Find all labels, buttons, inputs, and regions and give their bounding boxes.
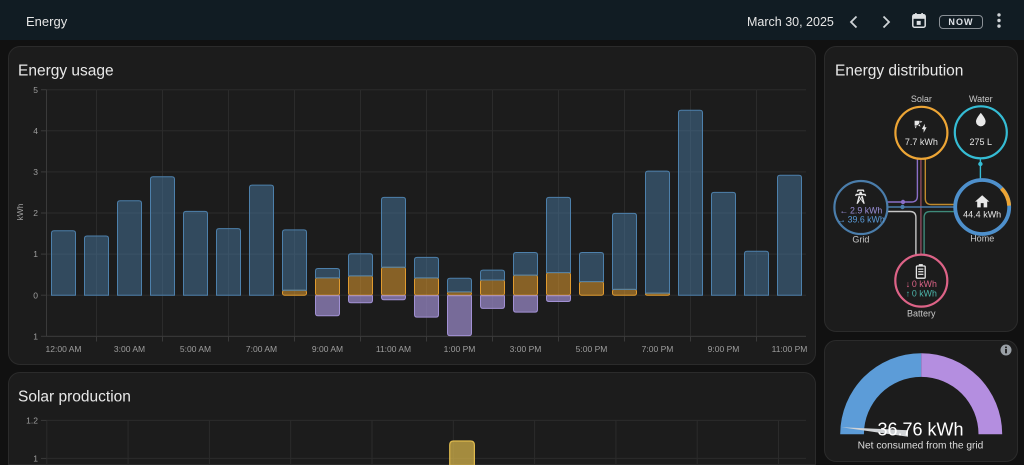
svg-text:Net consumed from the grid: Net consumed from the grid [858,440,984,451]
svg-text:→ 39.6 kWh: → 39.6 kWh [837,214,885,224]
svg-text:kWh: kWh [15,203,25,220]
svg-text:3: 3 [33,167,38,177]
svg-text:7.7 kWh: 7.7 kWh [905,137,938,147]
svg-text:Solar: Solar [911,94,932,104]
svg-text:7:00 AM: 7:00 AM [246,344,277,354]
svg-text:1: 1 [33,249,38,259]
svg-text:1: 1 [33,454,38,464]
svg-text:4: 4 [33,126,38,136]
svg-text:36.76 kWh: 36.76 kWh [877,420,963,440]
svg-text:Water: Water [969,94,993,104]
svg-text:Solar production: Solar production [18,388,131,405]
svg-text:44.4 kWh: 44.4 kWh [963,210,1001,220]
svg-text:3:00 PM: 3:00 PM [510,344,542,354]
svg-text:Energy usage: Energy usage [18,63,114,80]
svg-text:0: 0 [33,290,38,300]
svg-text:1:00 PM: 1:00 PM [444,344,476,354]
svg-text:3:00 AM: 3:00 AM [114,344,145,354]
svg-text:Energy distribution: Energy distribution [835,63,963,80]
svg-text:12:00 AM: 12:00 AM [46,344,82,354]
svg-text:↑ 0 kWh: ↑ 0 kWh [906,289,937,299]
svg-text:5:00 AM: 5:00 AM [180,344,211,354]
svg-text:5:00 PM: 5:00 PM [576,344,608,354]
svg-text:Battery: Battery [907,308,936,318]
svg-text:7:00 PM: 7:00 PM [642,344,674,354]
svg-text:11:00 PM: 11:00 PM [772,344,808,354]
svg-text:9:00 PM: 9:00 PM [708,344,740,354]
svg-text:9:00 AM: 9:00 AM [312,344,343,354]
svg-text:↓ 0 kWh: ↓ 0 kWh [906,279,937,289]
svg-text:1.2: 1.2 [26,416,38,426]
svg-text:1: 1 [33,331,38,341]
svg-text:Grid: Grid [852,235,869,245]
svg-text:275 L: 275 L [970,137,993,147]
svg-text:5: 5 [33,85,38,95]
svg-text:11:00 AM: 11:00 AM [376,344,411,354]
svg-text:2: 2 [33,208,38,218]
